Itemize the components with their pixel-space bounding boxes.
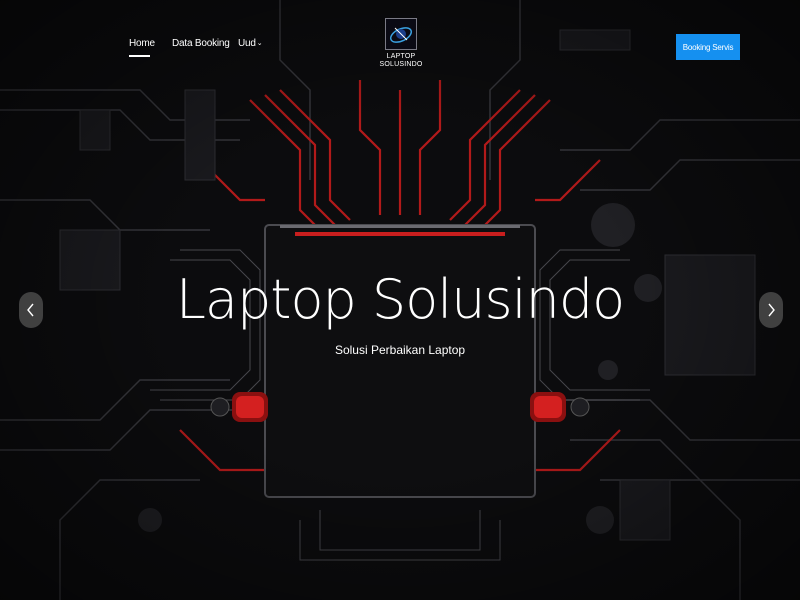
top-navigation: Home Data Booking Uud⌄ LAPTOP SOLUSINDO … bbox=[0, 0, 800, 80]
logo-graphic-icon bbox=[389, 27, 413, 43]
active-nav-underline bbox=[129, 55, 150, 57]
nav-link-uud-dropdown[interactable]: Uud⌄ bbox=[238, 38, 263, 49]
nav-link-home[interactable]: Home bbox=[129, 38, 155, 49]
logo-text-line2: SOLUSINDO bbox=[379, 61, 423, 68]
hero-subtitle: Solusi Perbaikan Laptop bbox=[334, 343, 466, 357]
logo-emblem bbox=[385, 18, 417, 50]
chevron-right-icon bbox=[768, 303, 775, 317]
logo-text-line1: LAPTOP bbox=[386, 53, 416, 60]
nav-link-data-booking[interactable]: Data Booking bbox=[172, 38, 230, 49]
hero-title: Laptop Solusindo bbox=[175, 268, 625, 331]
carousel-next-button[interactable] bbox=[759, 292, 783, 328]
nav-link-uud-label: Uud bbox=[238, 38, 256, 49]
carousel-prev-button[interactable] bbox=[19, 292, 43, 328]
booking-servis-button[interactable]: Booking Servis bbox=[676, 34, 740, 60]
site-logo[interactable]: LAPTOP SOLUSINDO bbox=[378, 18, 424, 69]
chevron-left-icon bbox=[27, 303, 34, 317]
chevron-down-icon: ⌄ bbox=[256, 40, 263, 47]
